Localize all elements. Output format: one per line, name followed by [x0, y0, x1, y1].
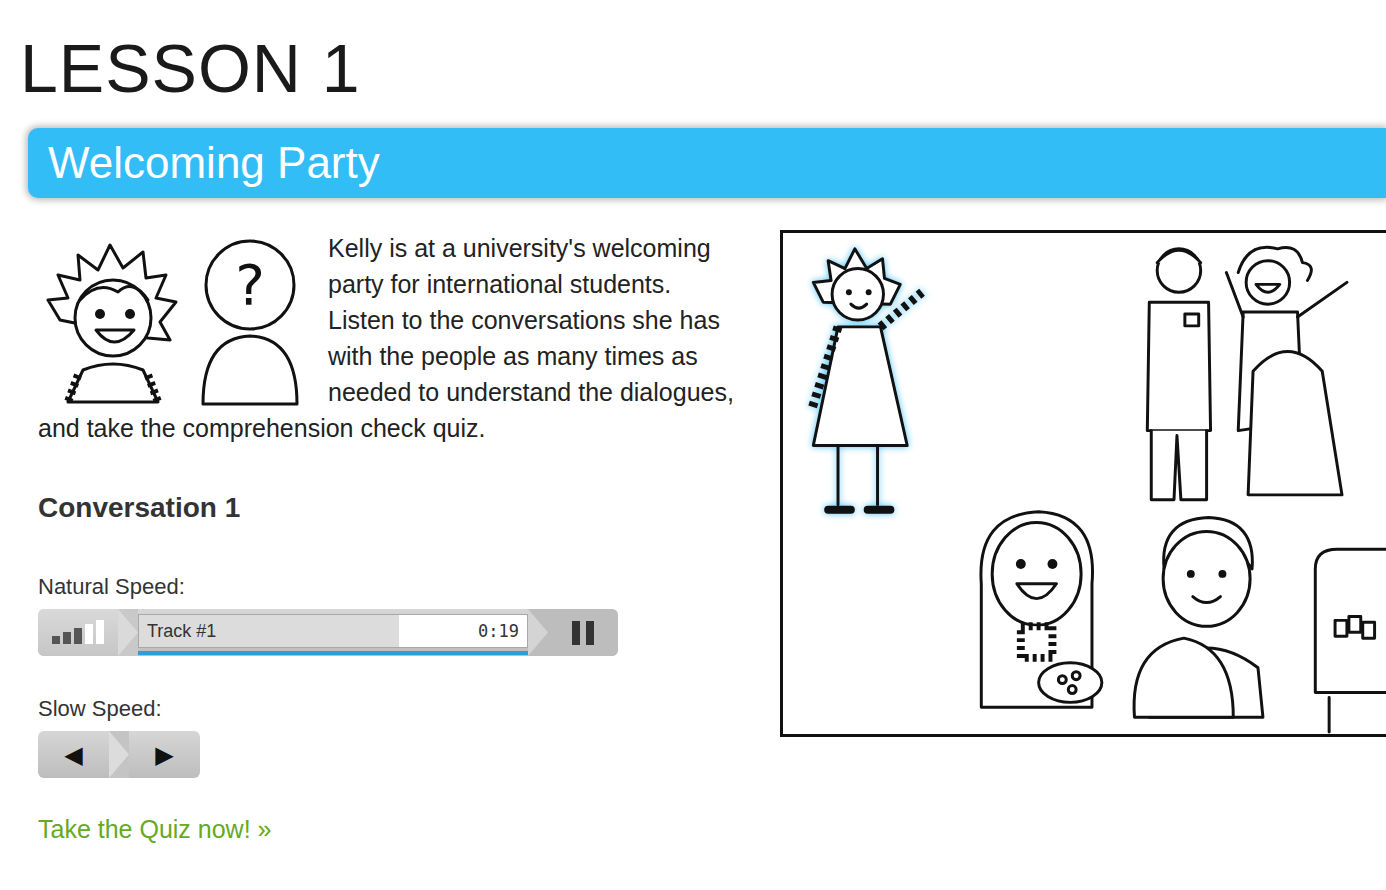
volume-bar — [96, 620, 104, 644]
separator-icon — [528, 609, 548, 656]
natural-speed-label: Natural Speed: — [38, 572, 185, 602]
party-table-icon — [1315, 549, 1386, 732]
intro-text: ?Kelly is at a university's welcoming pa… — [38, 230, 736, 446]
audio-player: Track #1 0:19 — [38, 609, 618, 656]
kelly-figure-icon — [811, 249, 922, 510]
load-bar — [138, 651, 528, 655]
conversation-title: Conversation 1 — [38, 490, 240, 526]
question-mark: ? — [235, 252, 265, 317]
party-scene — [783, 233, 1386, 734]
left-column: ?Kelly is at a university's welcoming pa… — [38, 230, 736, 846]
slow-player-glyph: ◀ — [64, 740, 82, 770]
slow-audio-player: ◀▶ — [38, 731, 200, 778]
waving-woman-icon — [1226, 247, 1347, 495]
separator-icon — [118, 609, 138, 656]
unknown-person-icon: ? — [203, 241, 297, 404]
separator-icon — [109, 731, 129, 778]
slow-player-button[interactable]: ▶ — [129, 731, 200, 778]
track-name: Track #1 — [147, 621, 216, 642]
intro-illustration: ? — [38, 230, 308, 408]
man-standing-icon — [1147, 249, 1210, 500]
pause-button[interactable] — [548, 609, 618, 656]
track-field: Track #1 0:19 — [138, 614, 528, 648]
banner-title: Welcoming Party — [48, 135, 380, 191]
quiz-link[interactable]: Take the Quiz now! » — [38, 812, 271, 846]
back-of-head-icon — [1134, 638, 1233, 717]
lesson-page: LESSON 1 Welcoming Party ?Kelly is at a un… — [0, 0, 1386, 890]
load-fill — [138, 651, 528, 655]
volume-bar — [52, 636, 60, 644]
kelly-face-icon — [48, 245, 176, 402]
volume-bar — [74, 628, 82, 644]
volume-bar — [85, 624, 93, 644]
lesson-content: ?Kelly is at a university's welcoming pa… — [0, 230, 1386, 846]
volume-bar — [63, 632, 71, 644]
scene-frame — [780, 230, 1386, 737]
slow-player-glyph: ▶ — [155, 740, 173, 770]
right-column — [780, 230, 1386, 846]
volume-control[interactable] — [38, 609, 118, 656]
slow-speed-label: Slow Speed: — [38, 694, 162, 724]
slow-player-button[interactable]: ◀ — [38, 731, 109, 778]
track-time: 0:19 — [478, 621, 519, 641]
girl-with-plate-icon — [981, 512, 1102, 708]
lesson-title: LESSON 1 — [20, 28, 1386, 108]
lesson-banner: Welcoming Party — [28, 128, 1386, 198]
pause-icon — [572, 621, 580, 645]
pause-icon — [586, 621, 594, 645]
track-area[interactable]: Track #1 0:19 — [138, 609, 528, 656]
